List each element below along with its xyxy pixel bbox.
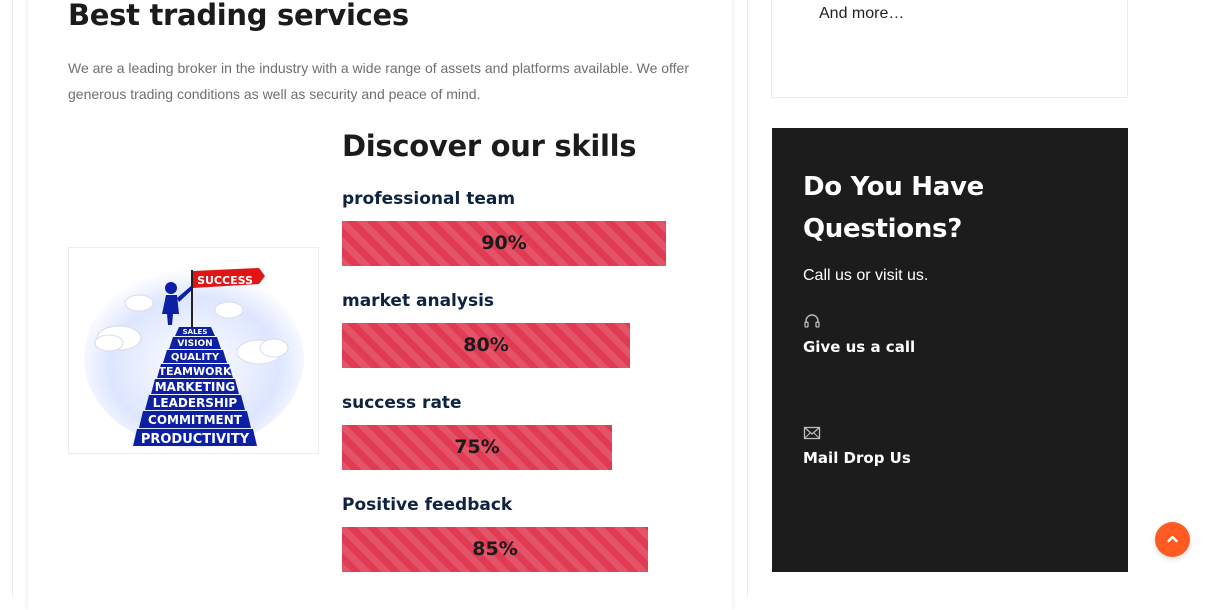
- skill-positive-feedback: Positive feedback 85%: [342, 493, 702, 572]
- sidebar-widget: And more…: [771, 0, 1128, 98]
- skill-market-analysis: market analysis 80%: [342, 289, 702, 368]
- flag-text: SUCCESS: [197, 274, 253, 287]
- skill-label: success rate: [342, 393, 462, 413]
- contact-panel: Do You Have Questions? Call us or visit …: [772, 128, 1128, 572]
- chevron-up-icon: [1167, 535, 1178, 543]
- mail-link[interactable]: Mail Drop Us: [803, 449, 911, 467]
- skill-percent: 75%: [454, 436, 500, 458]
- skill-progress-track: 90%: [342, 221, 702, 266]
- skill-progress-track: 75%: [342, 425, 702, 470]
- page-border-left: [12, 0, 13, 597]
- skill-percent: 85%: [472, 538, 518, 560]
- contact-subtitle: Call us or visit us.: [803, 267, 929, 284]
- success-pyramid-illustration: SALES VISION QUALITY TEAMWORK MARKETING …: [68, 247, 319, 454]
- success-pyramid-image: SALES VISION QUALITY TEAMWORK MARKETING …: [84, 268, 304, 448]
- sidebar-border: [747, 0, 748, 597]
- and-more-text: And more…: [819, 5, 905, 22]
- page-title: Best trading services: [68, 0, 409, 32]
- skill-label: Positive feedback: [342, 495, 513, 515]
- step-label-3: QUALITY: [171, 352, 220, 363]
- intro-text: We are a leading broker in the industry …: [68, 60, 690, 102]
- skill-progress-track: 85%: [342, 527, 702, 572]
- step-label-4: TEAMWORK: [159, 365, 232, 378]
- step-label-1: SALES: [183, 328, 208, 336]
- skill-label: market analysis: [342, 291, 495, 311]
- skill-percent: 80%: [463, 334, 509, 356]
- step-label-8: PRODUCTIVITY: [141, 432, 250, 447]
- skill-label: professional team: [342, 189, 516, 209]
- skill-success-rate: success rate 75%: [342, 391, 702, 470]
- skills-title: Discover our skills: [342, 129, 637, 163]
- skill-percent: 90%: [481, 232, 527, 254]
- skill-progress-track: 80%: [342, 323, 702, 368]
- envelope-icon: [803, 426, 821, 440]
- step-label-5: MARKETING: [155, 380, 236, 394]
- headphones-icon: [804, 314, 820, 328]
- call-link[interactable]: Give us a call: [803, 338, 915, 356]
- skill-professional-team: professional team 90%: [342, 187, 702, 266]
- contact-title: Do You Have Questions?: [803, 172, 984, 244]
- step-label-7: COMMITMENT: [148, 413, 243, 427]
- scroll-to-top-button[interactable]: [1155, 522, 1190, 557]
- step-label-2: VISION: [177, 339, 212, 349]
- step-label-6: LEADERSHIP: [153, 396, 238, 410]
